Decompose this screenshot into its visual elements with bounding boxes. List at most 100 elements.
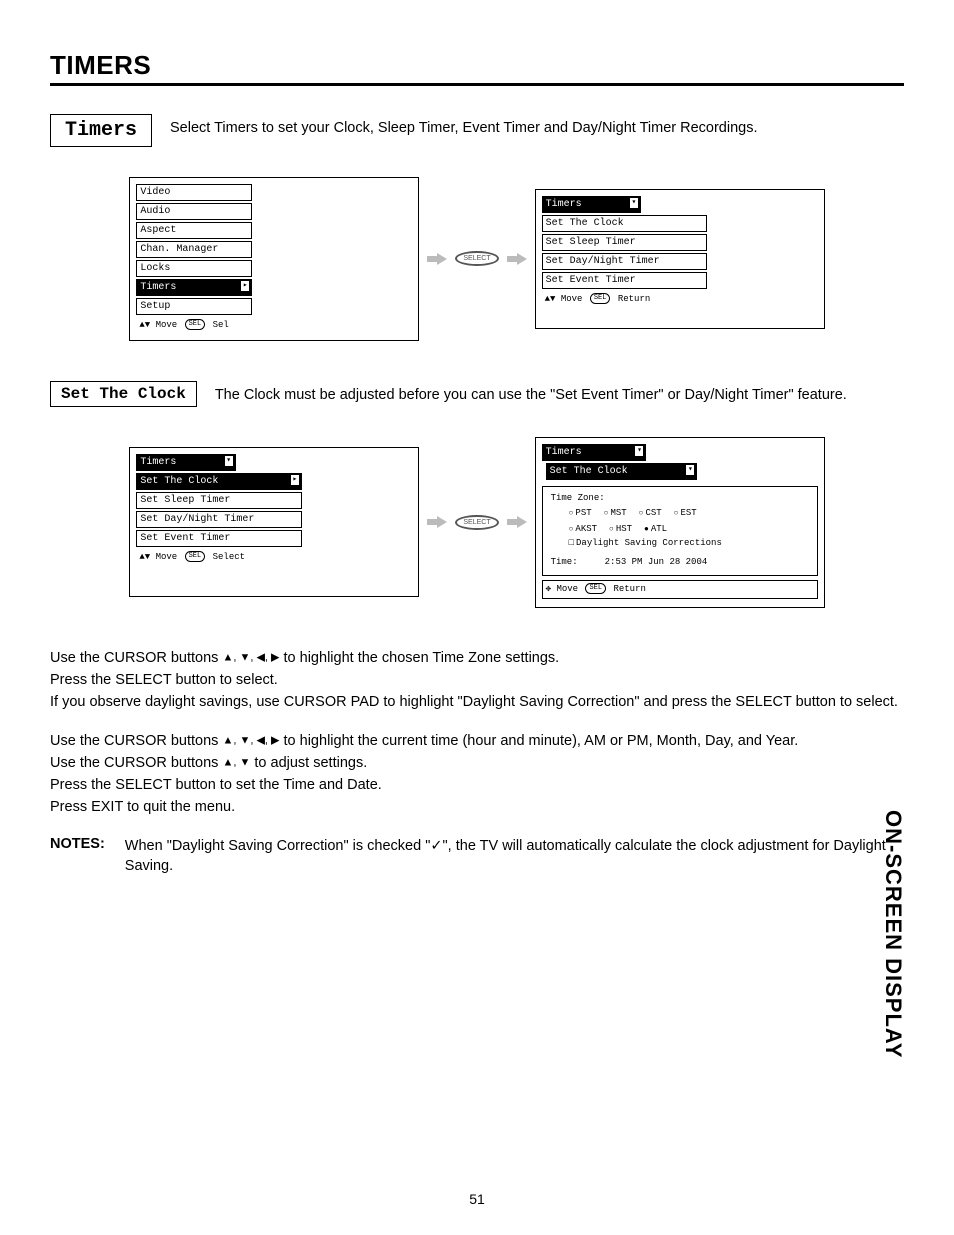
menu-item-timers-label: Timers	[140, 282, 176, 293]
notes-row: NOTES: When "Daylight Saving Correction"…	[50, 836, 904, 877]
arrow-right-icon	[507, 516, 527, 528]
set-clock-label: Set The Clock	[50, 381, 197, 407]
tz-cst: CST	[639, 508, 662, 520]
footer-action: Return	[613, 584, 645, 594]
dst-option: Daylight Saving Corrections	[569, 538, 809, 550]
chevron-down-icon: ▾	[686, 465, 694, 475]
menu-footer: ▲▼ Move SEL Return	[542, 291, 708, 308]
tz-row-2: AKST HST ATL	[569, 524, 809, 536]
instr-text: If you observe daylight savings, use CUR…	[50, 692, 904, 712]
menu-item-set-event: Set Event Timer	[542, 272, 708, 289]
chevron-right-icon: ▸	[291, 475, 299, 485]
menu-header-label: Timers	[140, 457, 176, 468]
cursor-arrows-icon: ▲, ▼, ◀, ▶	[222, 734, 279, 746]
tz-est: EST	[674, 508, 697, 520]
instr-text: Press EXIT to quit the menu.	[50, 797, 904, 817]
main-menu-screen: Video Audio Aspect Chan. Manager Locks T…	[129, 177, 419, 341]
notes-text: When "Daylight Saving Correction" is che…	[125, 836, 904, 877]
timers-section-header: Timers Select Timers to set your Clock, …	[50, 114, 904, 147]
menu-item-aspect: Aspect	[136, 222, 252, 239]
instr-text: Use the CURSOR buttons	[50, 733, 222, 749]
screens-row-1: Video Audio Aspect Chan. Manager Locks T…	[50, 177, 904, 341]
chevron-down-icon: ▾	[635, 446, 643, 456]
chevron-down-icon: ▾	[630, 198, 638, 208]
footer-move: Move	[556, 584, 578, 594]
cursor-arrows-icon: ▲, ▼	[222, 756, 250, 768]
notes-text-a: When "Daylight Saving Correction" is che…	[125, 838, 431, 854]
dst-label: Daylight Saving Corrections	[576, 538, 722, 548]
clock-panel: Time Zone: PST MST CST EST AKST HST ATL …	[542, 486, 818, 576]
menu-item-set-event: Set Event Timer	[136, 530, 302, 547]
instr-text: Use the CURSOR buttons	[50, 650, 222, 666]
set-clock-section-header: Set The Clock The Clock must be adjusted…	[50, 381, 904, 407]
chevron-right-icon: ▸	[241, 281, 249, 291]
menu-footer: ✥ Move SEL Return	[542, 580, 818, 599]
tz-akst: AKST	[569, 524, 597, 536]
tz-atl: ATL	[644, 524, 667, 536]
page-number: 51	[0, 1191, 954, 1207]
menu-header-timers-label: Timers	[546, 199, 582, 210]
instr-text: Use the CURSOR buttons	[50, 755, 222, 771]
footer-action: Sel	[213, 320, 229, 330]
timers-label: Timers	[50, 114, 152, 147]
tz-hst: HST	[609, 524, 632, 536]
screens-row-2: Timers ▾ Set The Clock ▸ Set Sleep Timer S…	[50, 437, 904, 608]
menu-footer: ▲▼ Move SEL Select	[136, 549, 302, 566]
time-value: 2:53 PM Jun 28 2004	[605, 557, 708, 567]
set-clock-intro: The Clock must be adjusted before you ca…	[215, 381, 847, 405]
select-button-oval: SELECT	[455, 251, 498, 266]
timers-sub-screen: Timers ▾ Set The Clock ▸ Set Sleep Timer S…	[129, 447, 419, 597]
instr-text: Press the SELECT button to set the Time …	[50, 775, 904, 795]
menu-header-timers: Timers ▾	[542, 196, 641, 213]
instr-text: to highlight the current time (hour and …	[280, 733, 799, 749]
instr-text: to adjust settings.	[250, 755, 367, 771]
arrow-right-icon	[507, 253, 527, 265]
menu-item-label: Set The Clock	[140, 476, 218, 487]
side-tab: ON-SCREEN DISPLAY	[880, 810, 906, 1058]
menu-item-set-daynight: Set Day/Night Timer	[136, 511, 302, 528]
cursor-arrows-icon: ▲, ▼, ◀, ▶	[222, 651, 279, 663]
menu-header-timers: Timers ▾	[136, 454, 235, 471]
checkbox-icon	[569, 538, 576, 548]
menu-item-label: Set The Clock	[550, 466, 628, 477]
timers-menu-screen: Timers ▾ Set The Clock Set Sleep Timer Se…	[535, 189, 825, 329]
time-label: Time:	[551, 557, 578, 567]
check-icon: ✓	[430, 838, 442, 854]
sel-button-icon: SEL	[590, 293, 611, 304]
instructions-block-1: Use the CURSOR buttons ▲, ▼, ◀, ▶ to hig…	[50, 648, 904, 713]
sel-button-icon: SEL	[185, 319, 206, 330]
cross-arrows-icon: ✥	[546, 584, 551, 594]
menu-item-timers: Timers ▸	[136, 279, 252, 296]
updown-icon: ▲▼	[545, 294, 556, 304]
footer-move: Move	[156, 320, 178, 330]
updown-icon: ▲▼	[139, 552, 150, 562]
menu-item-set-clock: Set The Clock	[542, 215, 708, 232]
footer-action: Return	[618, 294, 650, 304]
notes-label: NOTES:	[50, 836, 105, 877]
time-row: Time: 2:53 PM Jun 28 2004	[551, 557, 809, 569]
menu-header-timers: Timers▾	[542, 444, 647, 461]
instr-text: Press the SELECT button to select.	[50, 670, 904, 690]
sel-button-icon: SEL	[185, 551, 206, 562]
updown-icon: ▲▼	[139, 320, 150, 330]
footer-move: Move	[156, 552, 178, 562]
menu-item-chan-manager: Chan. Manager	[136, 241, 252, 258]
menu-item-set-sleep: Set Sleep Timer	[542, 234, 708, 251]
select-button-oval: SELECT	[455, 515, 498, 530]
tz-mst: MST	[604, 508, 627, 520]
timezone-label: Time Zone:	[551, 493, 809, 505]
tz-pst: PST	[569, 508, 592, 520]
instr-text: to highlight the chosen Time Zone settin…	[280, 650, 560, 666]
menu-footer: ▲▼ Move SEL Sel	[136, 317, 252, 334]
menu-item-set-sleep: Set Sleep Timer	[136, 492, 302, 509]
chevron-down-icon: ▾	[225, 456, 233, 466]
menu-item-set-daynight: Set Day/Night Timer	[542, 253, 708, 270]
footer-action: Select	[213, 552, 245, 562]
menu-item-audio: Audio	[136, 203, 252, 220]
sel-button-icon: SEL	[585, 583, 606, 594]
menu-item-setup: Setup	[136, 298, 252, 315]
tz-row-1: PST MST CST EST	[569, 508, 809, 520]
menu-item-video: Video	[136, 184, 252, 201]
timers-intro: Select Timers to set your Clock, Sleep T…	[170, 114, 757, 138]
clock-set-screen: Timers▾ Set The Clock ▾ Time Zone: PST MS…	[535, 437, 825, 608]
